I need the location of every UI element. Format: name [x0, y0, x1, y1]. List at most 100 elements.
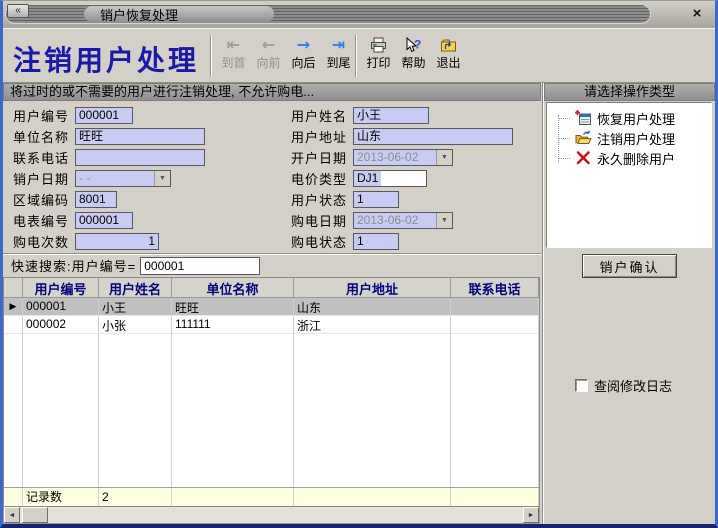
user-id-field[interactable]: 000001 — [75, 107, 133, 124]
column-header[interactable]: 用户编号 — [23, 278, 99, 298]
print-button-label: 打印 — [366, 55, 390, 71]
purchase-count-label: 购电次数 — [13, 232, 71, 251]
table-row[interactable]: ▶000001小王旺旺山东 — [4, 298, 539, 316]
user-address-label: 用户地址 — [291, 127, 349, 146]
table-cell: 111111 — [172, 316, 294, 334]
user-id-label: 用户编号 — [13, 106, 71, 125]
table-header-row: 用户编号用户姓名单位名称用户地址联系电话 — [4, 278, 539, 298]
nav-last-button[interactable]: ⇥到尾 — [321, 35, 356, 77]
record-count-label: 记录数 — [23, 488, 99, 506]
help-button[interactable]: ?帮助 — [396, 35, 431, 77]
page-title: 注销用户处理 — [13, 39, 199, 79]
help-icon: ? — [405, 37, 422, 55]
operation-panel-header: 请选择操作类型 — [544, 83, 715, 101]
view-log-option: 查阅修改日志 — [575, 376, 672, 395]
purchase-status-field[interactable]: 1 — [353, 233, 399, 250]
user-detail-form: 用户编号000001单位名称旺旺联系电话销户日期- -▼区域编码8001电表编号… — [3, 101, 541, 253]
titlebar: 销户恢复处理 « × — [3, 1, 715, 28]
column-header[interactable]: 用户姓名 — [99, 278, 172, 298]
empty-cell — [4, 334, 23, 487]
empty-cell — [172, 334, 294, 487]
contact-phone-field[interactable] — [75, 149, 205, 166]
form-right-column: 用户姓名小王用户地址山东开户日期2013-06-02▼电价类型DJ1用户状态1购… — [281, 105, 513, 252]
window-title: 销户恢复处理 — [84, 6, 274, 22]
main-panel: 将过时的或不需要的用户进行注销处理, 不允许购电... 用户编号000001单位… — [3, 83, 541, 524]
search-input[interactable] — [140, 257, 260, 275]
open-date-field[interactable]: 2013-06-02▼ — [353, 149, 453, 166]
nav-next-button-label: 向后 — [291, 55, 315, 71]
column-header[interactable]: 用户地址 — [294, 278, 451, 298]
column-header[interactable]: 联系电话 — [451, 278, 539, 298]
table-cell — [451, 316, 539, 334]
nav-first-button-label: 到首 — [221, 55, 245, 71]
delete-user-icon — [575, 150, 592, 166]
nav-prev-button-label: 向前 — [256, 55, 280, 71]
chevron-down-icon[interactable]: ▼ — [436, 150, 452, 165]
exit-button[interactable]: 退出 — [431, 35, 466, 77]
tree-item-3[interactable]: 永久删除用户 — [553, 148, 711, 168]
chevron-down-icon[interactable]: ▼ — [154, 171, 170, 186]
nav-next-button[interactable]: →向后 — [286, 35, 321, 77]
table-cell: 000001 — [23, 298, 99, 316]
window-menu-icon[interactable]: « — [7, 4, 29, 18]
operation-panel: 请选择操作类型 恢复用户处理注销用户处理永久删除用户 销户确认 查阅修改日志 — [544, 83, 715, 524]
tree-item-2[interactable]: 注销用户处理 — [553, 128, 711, 148]
row-marker-icon — [4, 316, 23, 334]
user-name-field[interactable]: 小王 — [353, 107, 429, 124]
scroll-right-icon[interactable]: ► — [523, 507, 539, 523]
operation-tree: 恢复用户处理注销用户处理永久删除用户 — [546, 102, 712, 248]
region-code-field[interactable]: 8001 — [75, 191, 117, 208]
contact-phone-label: 联系电话 — [13, 148, 71, 167]
price-type-field[interactable]: DJ1 — [353, 170, 427, 187]
tree-item-label: 永久删除用户 — [597, 149, 675, 168]
meter-id-label: 电表编号 — [13, 211, 71, 230]
user-address-field[interactable]: 山东 — [353, 128, 513, 145]
close-icon[interactable]: × — [688, 6, 706, 22]
unit-name-field[interactable]: 旺旺 — [75, 128, 205, 145]
footer-cell — [294, 488, 451, 506]
purchase-date-field[interactable]: 2013-06-02▼ — [353, 212, 453, 229]
scrollbar-thumb[interactable] — [22, 507, 48, 523]
quick-search-bar: 快速搜索:用户编号= — [3, 253, 541, 277]
marker-column-header — [4, 278, 23, 298]
purchase-count-field[interactable]: 1 — [75, 233, 159, 250]
footer-cell — [4, 488, 23, 506]
nav-first-button[interactable]: ⇤到首 — [216, 35, 251, 77]
nav-prev-button[interactable]: ←向前 — [251, 35, 286, 77]
tree-item-1[interactable]: 恢复用户处理 — [553, 108, 711, 128]
record-nav-buttons: ⇤到首←向前→向后⇥到尾 — [216, 35, 356, 77]
footer-cell — [451, 488, 539, 506]
meter-id-field[interactable]: 000001 — [75, 212, 133, 229]
table-cell: 浙江 — [294, 316, 451, 334]
titlebar-band: 销户恢复处理 — [5, 4, 651, 24]
tree-item-label: 恢复用户处理 — [597, 109, 675, 128]
chevron-down-icon[interactable]: ▼ — [436, 213, 452, 228]
close-account-confirm-button[interactable]: 销户确认 — [582, 254, 677, 278]
deregister-user-icon — [575, 130, 592, 146]
horizontal-scrollbar[interactable]: ◄ ► — [3, 507, 540, 524]
user-status-field[interactable]: 1 — [353, 191, 399, 208]
scroll-left-icon[interactable]: ◄ — [4, 507, 20, 523]
unit-name-label: 单位名称 — [13, 127, 71, 146]
scrollbar-track[interactable] — [48, 507, 523, 523]
toolbar-action-buttons: 打印 ?帮助退出 — [361, 35, 466, 77]
log-checkbox[interactable] — [575, 379, 588, 392]
purchase-date-label: 购电日期 — [291, 211, 349, 230]
table-cell: 小张 — [99, 316, 172, 334]
footer-cell — [172, 488, 294, 506]
arrow-last-icon: ⇥ — [332, 35, 345, 55]
exit-icon — [440, 37, 457, 55]
empty-cell — [23, 334, 99, 487]
column-header[interactable]: 单位名称 — [172, 278, 294, 298]
purchase-status-label: 购电状态 — [291, 232, 349, 251]
table-row[interactable]: 000002小张111111浙江 — [4, 316, 539, 334]
print-button[interactable]: 打印 — [361, 35, 396, 77]
table-cell: 旺旺 — [172, 298, 294, 316]
log-checkbox-label: 查阅修改日志 — [594, 376, 672, 395]
close-date-field[interactable]: - -▼ — [75, 170, 171, 187]
tree-item-label: 注销用户处理 — [597, 129, 675, 148]
empty-cell — [99, 334, 172, 487]
printer-icon — [370, 37, 387, 55]
toolbar-separator — [210, 35, 212, 77]
table-empty-area — [4, 334, 539, 487]
